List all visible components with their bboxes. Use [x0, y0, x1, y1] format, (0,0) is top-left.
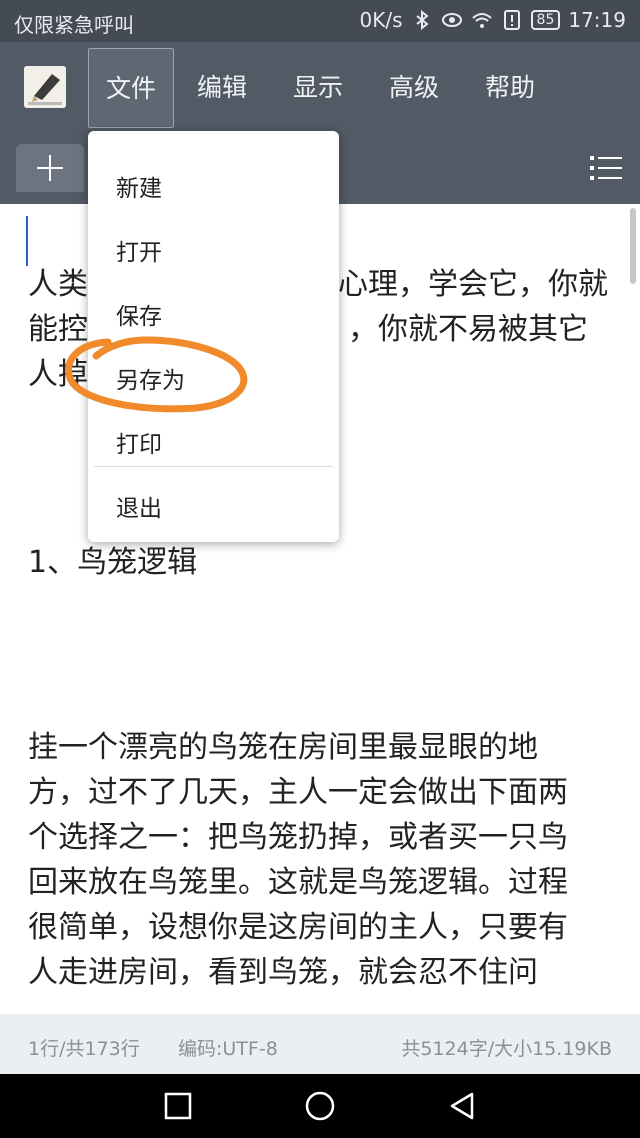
add-tab-button[interactable] — [16, 144, 84, 192]
menu-item-open[interactable]: 打开 — [116, 233, 162, 267]
menu-advanced[interactable]: 高级 — [366, 48, 462, 128]
menu-item-save[interactable]: 保存 — [116, 297, 162, 331]
doc-line: 个选择之一：把鸟笼扔掉，或者买一只鸟 — [28, 820, 568, 855]
alert-icon — [503, 10, 520, 30]
doc-line: 人走进房间，看到鸟笼，就会忍不住问 — [28, 955, 538, 990]
doc-line: 心理，学会它，你就 — [338, 267, 608, 302]
bluetooth-icon — [415, 9, 429, 31]
carrier-label: 仅限紧急呼叫 — [14, 13, 134, 37]
home-icon[interactable] — [304, 1090, 336, 1122]
wifi-icon — [471, 13, 492, 28]
eye-icon — [441, 13, 462, 27]
doc-line: 很简单，设想你是这房间的主人，只要有 — [28, 910, 568, 945]
line-info: 1行/共173行 — [28, 1038, 140, 1060]
editor-status-bar: 1行/共173行 编码:UTF-8 共5124字/大小15.19KB — [0, 1014, 640, 1074]
clock: 17:19 — [568, 8, 626, 32]
encoding-info: 编码:UTF-8 — [178, 1038, 278, 1060]
file-dropdown-menu: 新建 打开 保存 另存为 打印 退出 — [88, 131, 339, 542]
battery-indicator: 85 — [530, 10, 561, 30]
menu-bar: 文件 编辑 显示 高级 帮助 — [88, 48, 558, 128]
system-navigation-bar — [0, 1074, 640, 1138]
doc-line: 挂一个漂亮的鸟笼在房间里最显眼的地 — [28, 730, 538, 765]
menu-item-print[interactable]: 打印 — [116, 425, 162, 459]
menu-item-exit[interactable]: 退出 — [116, 489, 162, 523]
menu-view[interactable]: 显示 — [270, 48, 366, 128]
menu-edit[interactable]: 编辑 — [174, 48, 270, 128]
doc-line: 回来放在鸟笼里。这就是鸟笼逻辑。过程 — [28, 865, 568, 900]
back-icon[interactable] — [446, 1090, 478, 1122]
menu-item-save-as[interactable]: 另存为 — [116, 361, 185, 395]
app-logo-icon[interactable] — [24, 66, 66, 108]
doc-line: ，你就不易被其它 — [348, 312, 588, 347]
text-caret — [26, 216, 28, 266]
recent-apps-icon[interactable] — [162, 1090, 194, 1122]
toolbar: 文件 编辑 显示 高级 帮助 — [0, 42, 640, 136]
scrollbar[interactable] — [630, 208, 636, 284]
list-menu-icon[interactable] — [590, 154, 622, 182]
status-bar: 仅限紧急呼叫 0K/s 85 17:19 — [0, 0, 640, 42]
menu-item-new[interactable]: 新建 — [116, 169, 162, 203]
doc-heading: 1、鸟笼逻辑 — [28, 545, 198, 580]
size-info: 共5124字/大小15.19KB — [401, 1038, 612, 1060]
doc-line: 方，过不了几天，主人一定会做出下面两 — [28, 775, 568, 810]
menu-help[interactable]: 帮助 — [462, 48, 558, 128]
network-speed: 0K/s — [359, 8, 403, 32]
menu-divider — [94, 466, 333, 467]
status-right: 0K/s 85 17:19 — [360, 8, 626, 32]
menu-file[interactable]: 文件 — [88, 48, 174, 128]
